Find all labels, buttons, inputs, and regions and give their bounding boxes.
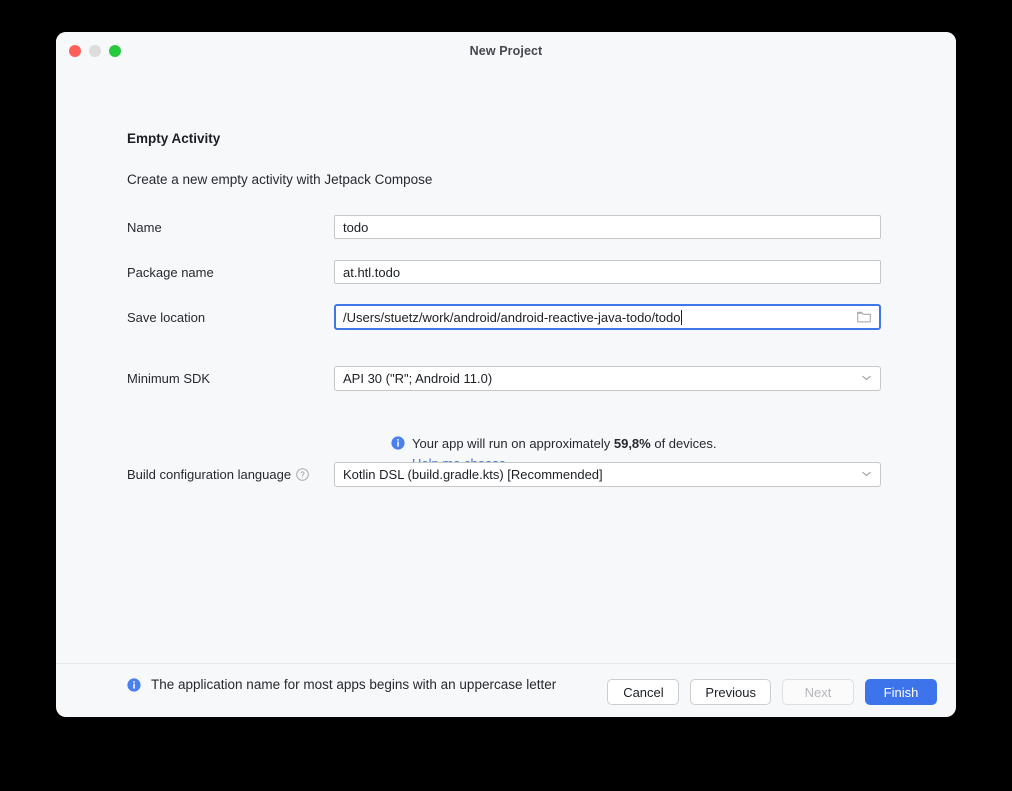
field-row-build-configuration-language: Build configuration language ? Kotlin DS… — [127, 461, 881, 487]
build-configuration-language-value: Kotlin DSL (build.gradle.kts) [Recommend… — [343, 466, 603, 482]
folder-icon[interactable] — [857, 311, 871, 323]
text-caret — [680, 309, 682, 325]
sdk-info-percentage: 59,8% — [613, 436, 651, 451]
build-configuration-language-label-text: Build configuration language — [127, 466, 292, 482]
package-name-input[interactable]: at.htl.todo — [334, 260, 881, 284]
save-location-label: Save location — [127, 309, 206, 325]
save-location-input-value: /Users/stuetz/work/android/android-react… — [343, 309, 681, 325]
name-label: Name — [127, 219, 162, 235]
validation-note-text: The application name for most apps begin… — [151, 677, 557, 692]
next-button: Next — [782, 679, 854, 705]
sdk-info-text-after: of devices. — [650, 436, 717, 451]
sdk-info-text-before: Your app will run on approximately — [412, 436, 614, 451]
name-input-value: todo — [343, 219, 369, 235]
svg-text:?: ? — [300, 470, 305, 479]
page-title: Empty Activity — [127, 131, 221, 146]
window-title: New Project — [469, 44, 543, 58]
minimum-sdk-value: API 30 ("R"; Android 11.0) — [343, 370, 493, 386]
question-mark-icon[interactable]: ? — [296, 467, 309, 481]
chevron-down-icon[interactable] — [862, 375, 871, 381]
finish-button[interactable]: Finish — [865, 679, 937, 705]
info-icon — [391, 436, 405, 450]
sdk-info-text: Your app will run on approximately 59,8%… — [412, 435, 717, 452]
previous-button[interactable]: Previous — [690, 679, 771, 705]
validation-note: The application name for most apps begin… — [127, 677, 556, 692]
cancel-button[interactable]: Cancel — [607, 679, 680, 705]
minimum-sdk-dropdown[interactable]: API 30 ("R"; Android 11.0) — [334, 365, 881, 391]
new-project-dialog: New Project Empty Activity Create a new … — [56, 32, 956, 717]
save-location-input[interactable]: /Users/stuetz/work/android/android-react… — [334, 304, 881, 330]
dialog-button-bar: Cancel Previous Next Finish — [607, 679, 937, 705]
field-row-save-location: Save location /Users/stuetz/work/android… — [127, 304, 881, 330]
build-configuration-language-label: Build configuration language ? — [127, 467, 334, 482]
info-icon — [127, 678, 141, 692]
window-titlebar: New Project — [56, 32, 956, 72]
build-configuration-language-dropdown[interactable]: Kotlin DSL (build.gradle.kts) [Recommend… — [334, 461, 881, 487]
page-subtitle: Create a new empty activity with Jetpack… — [127, 172, 433, 187]
field-row-package-name: Package name at.htl.todo — [127, 260, 881, 284]
package-name-input-value: at.htl.todo — [343, 264, 401, 280]
name-input[interactable]: todo — [334, 215, 881, 239]
dialog-content: Empty Activity Create a new empty activi… — [56, 72, 956, 717]
field-row-minimum-sdk: Minimum SDK API 30 ("R"; Android 11.0) — [127, 365, 881, 391]
footer-divider — [56, 663, 956, 664]
field-row-name: Name todo — [127, 215, 881, 239]
chevron-down-icon[interactable] — [862, 471, 871, 477]
package-name-label: Package name — [127, 264, 214, 280]
minimum-sdk-label: Minimum SDK — [127, 370, 211, 386]
